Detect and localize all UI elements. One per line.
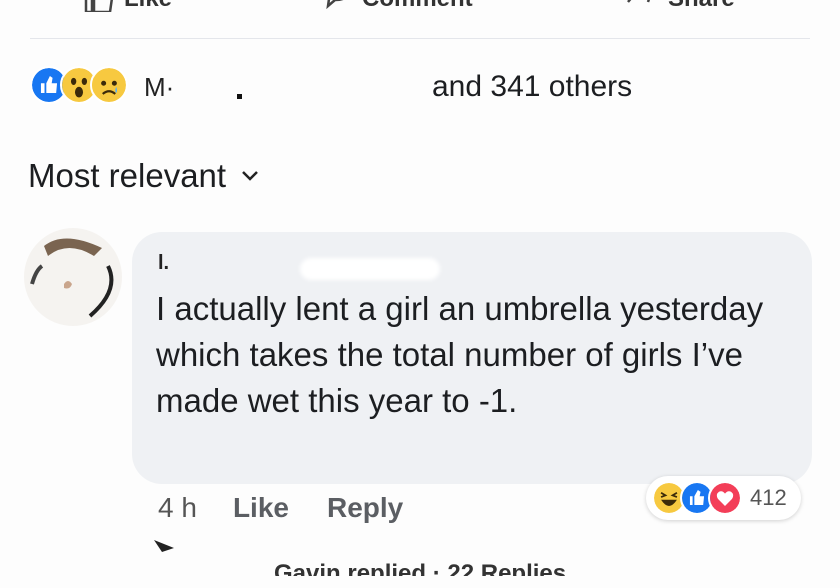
commenter-avatar[interactable]	[24, 228, 122, 326]
reaction-icons	[30, 66, 128, 104]
reactor-name[interactable]: M·	[144, 72, 174, 103]
redaction-mark	[237, 94, 242, 99]
comment-reply-button[interactable]: Reply	[327, 492, 403, 524]
comment-action[interactable]: Comment	[318, 0, 473, 12]
replies-label: Gavin replied · 22 Replies	[274, 560, 567, 587]
share-action[interactable]: Share	[626, 0, 735, 12]
share-arrow-icon	[627, 0, 650, 3]
comment-reaction-summary[interactable]: 412	[646, 476, 801, 520]
share-action-label: Share	[668, 0, 735, 13]
divider	[30, 38, 810, 39]
avatar-image	[24, 228, 122, 326]
comment-actions: 4 h Like Reply	[158, 488, 441, 528]
comment-like-button[interactable]: Like	[233, 492, 289, 524]
reactors-others[interactable]: and 341 others	[432, 70, 632, 104]
comment-bubble: l. I actually lent a girl an umbrella ye…	[132, 232, 812, 484]
comment-text: I actually lent a girl an umbrella yeste…	[156, 290, 764, 419]
comment-timestamp[interactable]: 4 h	[158, 492, 197, 524]
reply-arrow-icon	[154, 540, 174, 552]
like-action-label: Like	[124, 0, 172, 13]
chevron-down-icon	[242, 171, 258, 181]
thumbs-up-icon	[84, 0, 113, 12]
redacted-author-name	[300, 258, 440, 280]
comment-bubble-icon	[326, 0, 344, 10]
comment-author[interactable]: l.	[158, 252, 308, 282]
sad-reaction-icon	[90, 66, 128, 104]
comment-sort-dropdown[interactable]: Most relevant	[28, 156, 260, 196]
comment-action-label: Comment	[362, 0, 473, 13]
view-replies-link[interactable]: Gavin replied · 22 Replies	[154, 540, 654, 578]
post-reactions-summary[interactable]: M· and 341 others	[30, 66, 820, 110]
like-action[interactable]: Like	[82, 0, 172, 12]
post-action-bar: Like Comment Share	[0, 0, 840, 38]
love-reaction-icon	[708, 481, 742, 515]
comment-reaction-count: 412	[750, 485, 787, 510]
sort-label: Most relevant	[28, 157, 227, 194]
